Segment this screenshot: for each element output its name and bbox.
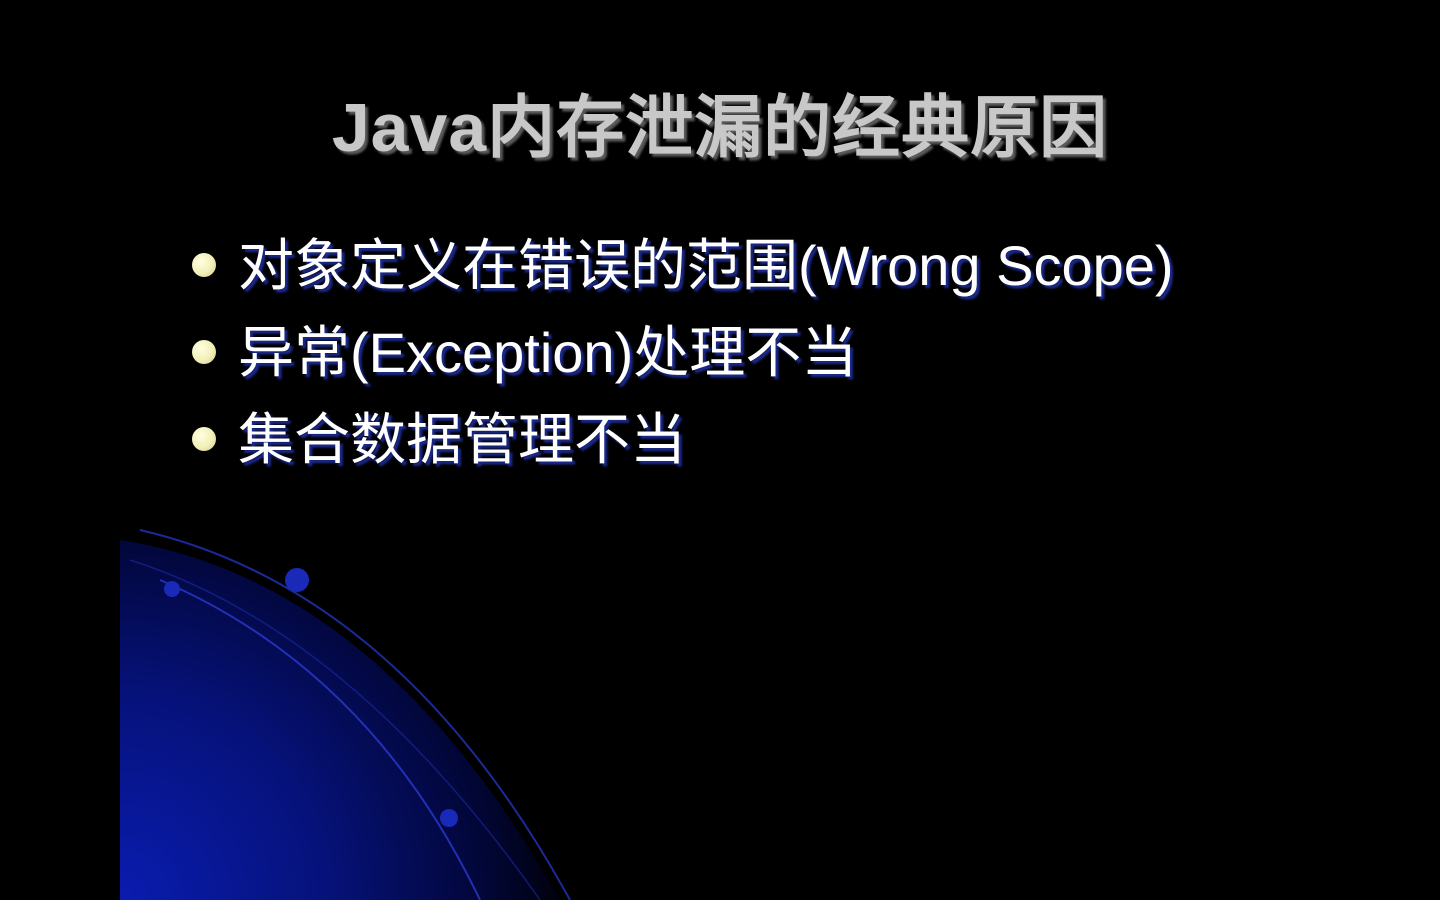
slide: Java内存泄漏的经典原因 对象定义在错误的范围(Wrong Scope) 异常… <box>0 0 1440 900</box>
bullet-item: 异常(Exception)处理不当 <box>192 305 1174 392</box>
bullet-text: 异常(Exception)处理不当 <box>238 321 858 384</box>
bullet-text: 集合数据管理不当 <box>238 408 686 471</box>
bullet-dot-icon <box>192 252 216 277</box>
bullet-list: 对象定义在错误的范围(Wrong Scope) 异常(Exception)处理不… <box>192 218 1174 479</box>
bullet-text: 对象定义在错误的范围(Wrong Scope) <box>238 234 1174 297</box>
decorative-blue-corner <box>120 520 580 900</box>
bullet-item: 对象定义在错误的范围(Wrong Scope) <box>192 218 1174 305</box>
bullet-dot-icon <box>192 426 216 451</box>
bullet-item: 集合数据管理不当 <box>192 392 1174 479</box>
slide-title: Java内存泄漏的经典原因 <box>331 90 1109 166</box>
corner-graphic <box>120 529 571 900</box>
bullet-dot-icon <box>192 339 216 364</box>
